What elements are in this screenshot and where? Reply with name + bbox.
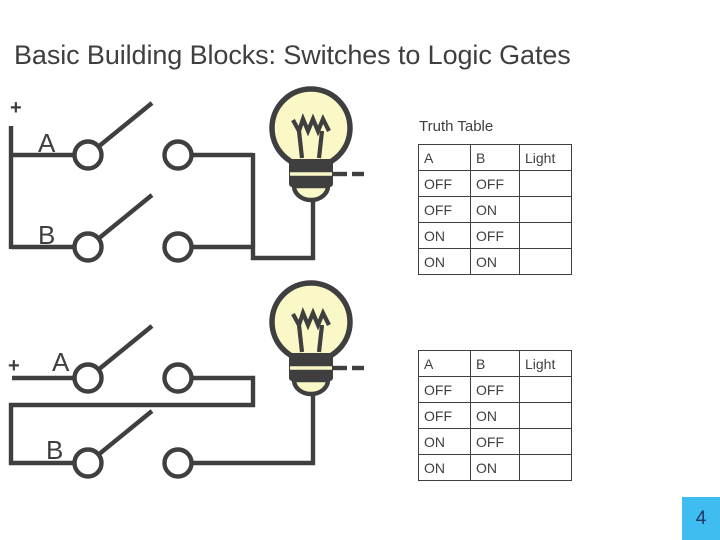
positive-terminal-label-top: + — [10, 97, 22, 119]
cell-a: ON — [418, 428, 471, 455]
switch-b-label-top: B — [38, 220, 56, 250]
cell-a: ON — [418, 454, 471, 481]
bulb-filament-legs-top — [296, 130, 325, 159]
cell-a: ON — [418, 248, 471, 275]
bulb-tip-top — [291, 183, 331, 203]
cell-a: ON — [418, 222, 471, 249]
switch-a-label-top: A — [38, 128, 56, 158]
table-header-row: A B Light — [418, 350, 572, 377]
cell-b: OFF — [470, 170, 520, 197]
table-row: ON OFF — [418, 222, 572, 249]
truth-table-parallel: A B Light OFF OFF OFF ON ON OFF ON ON — [418, 144, 572, 275]
cell-b: OFF — [470, 222, 520, 249]
switch-b-lever-bottom — [96, 409, 154, 457]
cell-light[interactable] — [519, 170, 572, 197]
cell-b: ON — [470, 402, 520, 429]
wire-collector-top — [250, 153, 316, 261]
truth-table-series: A B Light OFF OFF OFF ON ON OFF ON ON — [418, 350, 572, 481]
table-row: ON ON — [418, 248, 572, 275]
switch-a-lever-top — [96, 101, 154, 149]
parallel-circuit-diagram — [8, 86, 364, 263]
header-cell-light: Light — [519, 350, 572, 377]
cell-b: ON — [470, 196, 520, 223]
table-header-row: A B Light — [418, 144, 572, 171]
cell-light[interactable] — [519, 428, 572, 455]
cell-a: OFF — [418, 170, 471, 197]
cell-light[interactable] — [519, 248, 572, 275]
cell-light[interactable] — [519, 454, 572, 481]
table-row: ON OFF — [418, 428, 572, 455]
page-number: 4 — [695, 508, 707, 529]
page-title: Basic Building Blocks: Switches to Logic… — [14, 40, 571, 71]
header-cell-a: A — [418, 144, 471, 171]
cell-a: OFF — [418, 376, 471, 403]
table-row: OFF ON — [418, 196, 572, 223]
bulb-base-bottom — [289, 353, 333, 381]
wire-b-out-bottom — [192, 390, 316, 466]
switch-a-terminal-right-top — [162, 139, 194, 171]
bulb-glass-bottom — [269, 280, 353, 364]
switch-b-lever-top — [96, 193, 154, 241]
cell-b: OFF — [470, 428, 520, 455]
table-row: OFF OFF — [418, 170, 572, 197]
light-bulb-icon-top — [269, 86, 364, 203]
truth-table-caption: Truth Table — [419, 118, 494, 135]
switch-b-terminal-left-bottom — [72, 447, 104, 479]
bulb-tip-bottom — [291, 377, 331, 397]
cell-b: OFF — [470, 376, 520, 403]
switch-b-label-bottom: B — [46, 435, 64, 465]
switch-a-label-bottom: A — [52, 347, 70, 377]
bulb-filament-bottom — [291, 307, 331, 331]
cell-light[interactable] — [519, 196, 572, 223]
cell-b: ON — [470, 248, 520, 275]
table-row: ON ON — [418, 454, 572, 481]
header-cell-b: B — [470, 350, 520, 377]
switch-a-terminal-left-top — [72, 139, 104, 171]
bulb-filament-top — [291, 113, 331, 137]
light-bulb-icon-bottom — [269, 280, 364, 397]
cell-light[interactable] — [519, 222, 572, 249]
slide-canvas: Basic Building Blocks: Switches to Logic… — [0, 0, 720, 540]
cell-light[interactable] — [519, 376, 572, 403]
table-row: OFF OFF — [418, 376, 572, 403]
cell-a: OFF — [418, 196, 471, 223]
header-cell-b: B — [470, 144, 520, 171]
switch-b-terminal-right-top — [162, 231, 194, 263]
bulb-glass-top — [269, 86, 353, 170]
cell-a: OFF — [418, 402, 471, 429]
switch-a-lever-bottom — [96, 324, 154, 372]
bulb-base-top — [289, 159, 333, 187]
switch-b-terminal-left-top — [72, 231, 104, 263]
series-circuit-diagram — [8, 280, 364, 479]
switch-a-terminal-right-bottom — [162, 362, 194, 394]
header-cell-a: A — [418, 350, 471, 377]
bulb-filament-legs-bottom — [296, 324, 325, 353]
header-cell-light: Light — [519, 144, 572, 171]
page-number-badge: 4 — [682, 497, 720, 540]
switch-b-terminal-right-bottom — [162, 447, 194, 479]
table-row: OFF ON — [418, 402, 572, 429]
switch-a-terminal-left-bottom — [72, 362, 104, 394]
cell-light[interactable] — [519, 402, 572, 429]
positive-terminal-label-bottom: + — [8, 355, 20, 377]
cell-b: ON — [470, 454, 520, 481]
